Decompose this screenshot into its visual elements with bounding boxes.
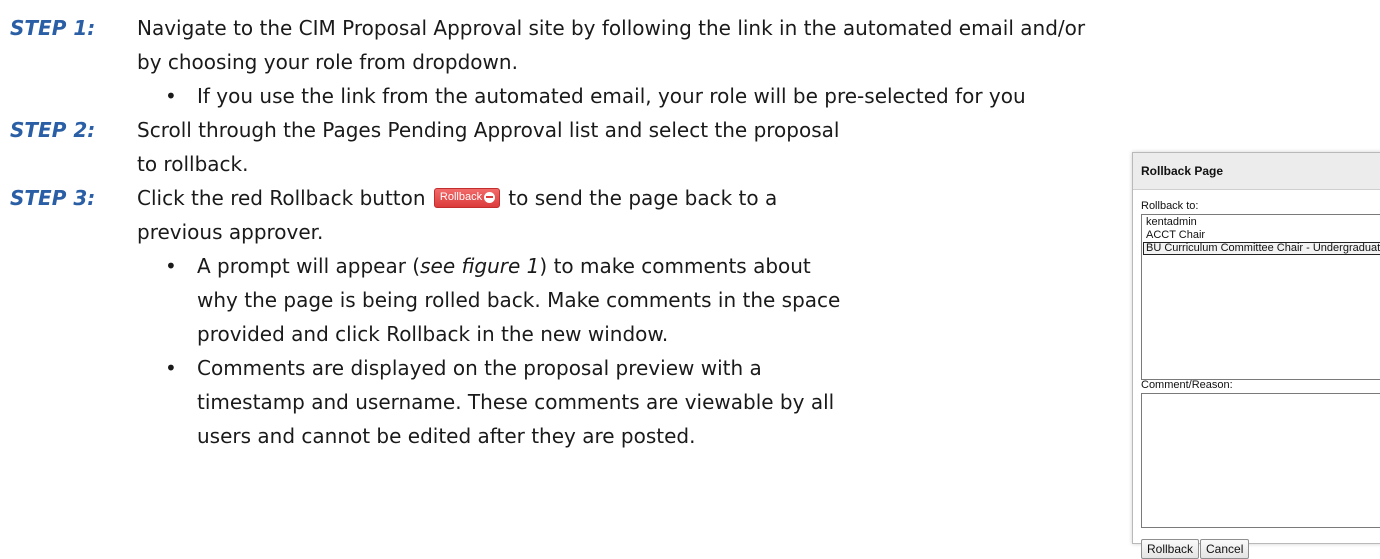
step-1-line-1: Navigate to the CIM Proposal Approval si… xyxy=(137,16,1086,40)
bullet-text-part: A prompt will appear ( xyxy=(197,254,421,278)
step-3-bullet-1-line-1: A prompt will appear (see figure 1) to m… xyxy=(197,249,840,283)
step-3-body: Click the red Rollback button Rollback t… xyxy=(137,181,840,453)
listbox-option-kentadmin[interactable]: kentadmin xyxy=(1143,216,1380,229)
minus-circle-icon xyxy=(483,191,495,203)
rollback-to-label: Rollback to: xyxy=(1141,200,1199,212)
comment-reason-label: Comment/Reason: xyxy=(1141,379,1233,391)
step-1-bullet-1-text: If you use the link from the automated e… xyxy=(197,84,1026,108)
rollback-button[interactable]: Rollback xyxy=(1141,539,1200,559)
inline-rollback-button-label: Rollback xyxy=(439,190,483,203)
step-3-bullet-2-line-1: Comments are displayed on the proposal p… xyxy=(197,356,762,380)
step-3-bullet-2-line-3: users and cannot be edited after they ar… xyxy=(197,424,696,448)
rollback-to-listbox[interactable]: kentadmin ACCT Chair BU Curriculum Commi… xyxy=(1141,214,1380,380)
figure-reference: see figure 1 xyxy=(420,254,540,278)
inline-rollback-button-image: Rollback xyxy=(433,187,500,208)
bullet-dot-icon: • xyxy=(165,356,177,380)
rollback-dialog: Rollback Page Rollback to: kentadmin ACC… xyxy=(1132,152,1380,559)
listbox-option-acct-chair[interactable]: ACCT Chair xyxy=(1143,229,1380,242)
bullet-text-part: ) to make comments about xyxy=(539,254,811,278)
step-2-label: STEP 2: xyxy=(10,118,96,142)
instruction-document: STEP 1: Navigate to the CIM Proposal App… xyxy=(0,0,1380,559)
step-1-label: STEP 1: xyxy=(10,16,96,40)
step-2-line-1: Scroll through the Pages Pending Approva… xyxy=(137,118,840,142)
step-3-line-1-after: to send the page back to a xyxy=(508,186,778,210)
step-1-body: Navigate to the CIM Proposal Approval si… xyxy=(137,11,1085,113)
listbox-option-bu-curriculum-chair[interactable]: BU Curriculum Committee Chair - Undergra… xyxy=(1143,242,1380,255)
cancel-button[interactable]: Cancel xyxy=(1200,539,1250,559)
step-3-bullet-2: • Comments are displayed on the proposal… xyxy=(137,351,840,453)
step-3-bullet-1: • A prompt will appear (see figure 1) to… xyxy=(137,249,840,351)
bullet-dot-icon: • xyxy=(165,254,177,278)
step-2-line-2: to rollback. xyxy=(137,152,249,176)
dialog-title: Rollback Page xyxy=(1133,153,1380,190)
step-3-label: STEP 3: xyxy=(10,186,96,210)
step-1-bullet-1: • If you use the link from the automated… xyxy=(137,79,1085,113)
step-3-line-2: previous approver. xyxy=(137,220,324,244)
step-3-bullet-1-line-3: provided and click Rollback in the new w… xyxy=(197,322,669,346)
step-1-line-2: by choosing your role from dropdown. xyxy=(137,50,518,74)
step-3-bullet-1-line-2: why the page is being rolled back. Make … xyxy=(197,288,841,312)
step-2-body: Scroll through the Pages Pending Approva… xyxy=(137,113,839,181)
step-3-bullet-2-line-2: timestamp and username. These comments a… xyxy=(197,390,835,414)
step-3-line-1-before: Click the red Rollback button xyxy=(137,186,426,210)
step-3-line-1: Click the red Rollback button Rollback t… xyxy=(137,181,840,215)
comment-reason-textarea[interactable] xyxy=(1141,393,1380,528)
bullet-dot-icon: • xyxy=(165,84,177,108)
